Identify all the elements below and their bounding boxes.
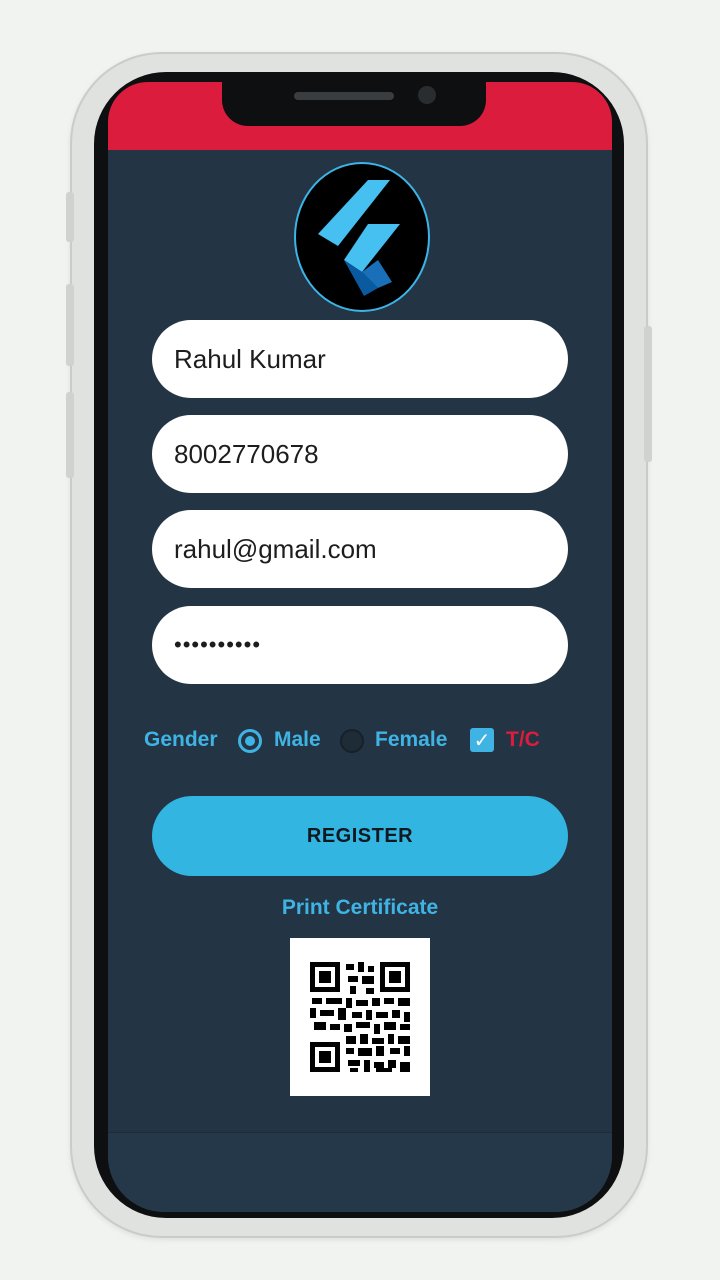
qr-code: [290, 938, 430, 1096]
phone-input[interactable]: 8002770678: [152, 415, 568, 493]
app-screen: Rahul Kumar 8002770678 rahul@gmail.com •…: [108, 82, 612, 1212]
name-input[interactable]: Rahul Kumar: [152, 320, 568, 398]
front-camera: [418, 86, 436, 104]
side-button-mute: [66, 192, 74, 242]
tc-label[interactable]: T/C: [506, 728, 540, 752]
side-button-volume-down: [66, 392, 74, 478]
register-button[interactable]: REGISTER: [152, 796, 568, 876]
tc-checkbox[interactable]: ✓: [470, 728, 494, 752]
male-radio[interactable]: [238, 729, 262, 753]
male-label[interactable]: Male: [274, 728, 321, 752]
flutter-logo-icon: [294, 162, 430, 312]
gender-label: Gender: [144, 728, 218, 751]
bottom-navigation-area: [108, 1132, 612, 1212]
notch: [222, 82, 486, 126]
email-input[interactable]: rahul@gmail.com: [152, 510, 568, 588]
side-button-volume-up: [66, 284, 74, 366]
password-input[interactable]: ••••••••••: [152, 606, 568, 684]
female-radio[interactable]: [340, 729, 364, 753]
print-certificate-link[interactable]: Print Certificate: [108, 896, 612, 920]
speaker-grille: [294, 92, 394, 100]
female-label[interactable]: Female: [375, 728, 447, 752]
options-row: Gender Male Female ✓ T/C: [144, 722, 584, 762]
side-button-power: [644, 326, 652, 462]
